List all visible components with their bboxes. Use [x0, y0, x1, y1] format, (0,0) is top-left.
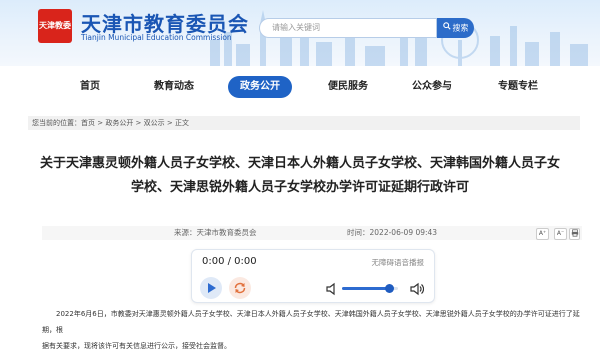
- volume-slider-handle[interactable]: [385, 284, 395, 293]
- volume-high-icon[interactable]: [410, 281, 425, 300]
- article-source: 来源：天津市教育委员会: [174, 228, 257, 237]
- site-logo[interactable]: 天津教委: [38, 9, 72, 43]
- nav-item-services[interactable]: 便民服务: [316, 76, 380, 98]
- site-header: 天津教委 天津市教育委员会 Tianjin Municipal Educatio…: [0, 0, 600, 66]
- play-button[interactable]: [200, 277, 222, 299]
- breadcrumb[interactable]: 您当前的位置：首页 > 政务公开 > 双公示 > 正文: [28, 116, 580, 130]
- article-title: 关于天津惠灵顿外籍人员子女学校、天津日本人外籍人员子女学校、天津韩国外籍人员子女…: [39, 156, 560, 195]
- search-button[interactable]: 搜索: [437, 18, 474, 38]
- volume-low-icon[interactable]: [326, 281, 338, 300]
- loop-button[interactable]: [229, 277, 251, 299]
- site-subtitle: Tianjin Municipal Education Commission: [81, 33, 232, 42]
- font-decrease-button[interactable]: A⁻: [554, 228, 567, 240]
- nav-item-public-participation[interactable]: 公众参与: [400, 76, 464, 98]
- search-box: 请输入关键词 搜索: [259, 18, 474, 38]
- article-body-line: 2022年6月6日，市教委对天津惠灵顿外籍人员子女学校、天津日本人外籍人员子女学…: [42, 310, 580, 334]
- nav-item-news[interactable]: 教育动态: [142, 76, 206, 98]
- main-nav: 首页 教育动态 政务公开 便民服务 公众参与 专题专栏: [0, 70, 600, 104]
- play-icon: [208, 283, 216, 293]
- audio-time-display: 0:00 / 0:00: [202, 256, 257, 267]
- audio-player: 0:00 / 0:00 无障碍语音播报: [191, 249, 435, 303]
- article-meta: 来源：天津市教育委员会 时间：2022-06-09 09:43 A⁺ A⁻: [42, 226, 582, 240]
- article-time: 时间：2022-06-09 09:43: [347, 228, 438, 237]
- nav-item-home[interactable]: 首页: [58, 76, 122, 98]
- print-icon[interactable]: [569, 228, 580, 240]
- search-input[interactable]: 请输入关键词: [259, 18, 437, 38]
- audio-player-label: 无障碍语音播报: [371, 258, 425, 267]
- font-increase-button[interactable]: A⁺: [536, 228, 549, 240]
- article-body: 2022年6月6日，市教委对天津惠灵顿外籍人员子女学校、天津日本人外籍人员子女学…: [42, 306, 582, 354]
- nav-item-government-affairs[interactable]: 政务公开: [228, 76, 292, 98]
- search-button-label: 搜索: [452, 23, 469, 33]
- volume-slider-fill: [342, 287, 390, 290]
- volume-slider[interactable]: [342, 284, 398, 293]
- search-icon: [442, 18, 451, 38]
- nav-item-special-topics[interactable]: 专题专栏: [486, 76, 550, 98]
- loop-icon: [234, 282, 246, 294]
- article-body-line: 据有关要求，现将该许可有关信息进行公示，接受社会监督。: [42, 342, 231, 350]
